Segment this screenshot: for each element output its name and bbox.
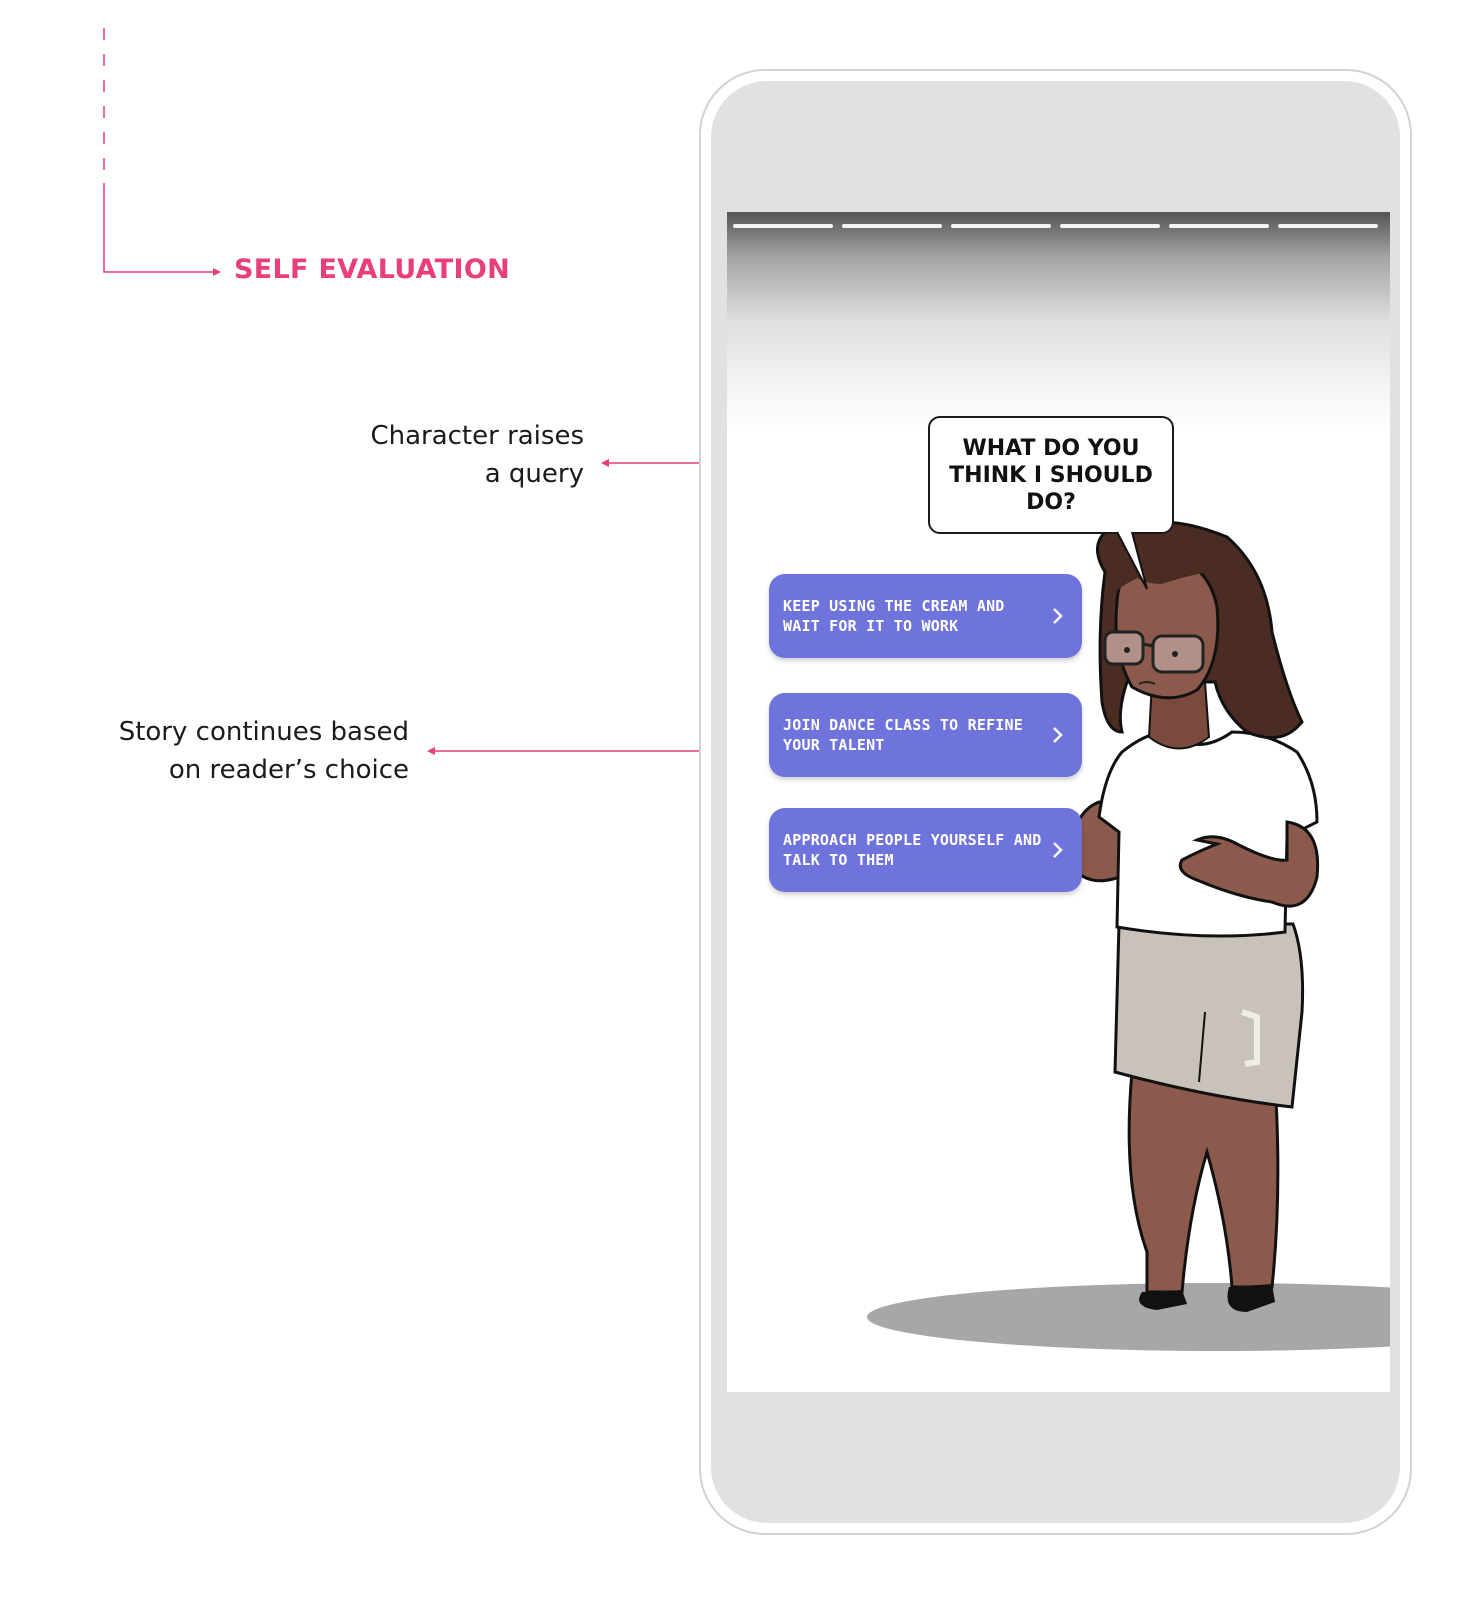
annotation-choice: Story continues based on reader’s choice [119, 713, 409, 789]
choice-button-3[interactable]: APPROACH PEOPLE YOURSELF AND TALK TO THE… [769, 808, 1082, 892]
annotation-choice-line-2: on reader’s choice [168, 755, 409, 785]
choice-button-1[interactable]: KEEP USING THE CREAM AND WAIT FOR IT TO … [769, 574, 1082, 658]
choice-label: APPROACH PEOPLE YOURSELF AND TALK TO THE… [783, 831, 1042, 869]
chevron-right-icon [1053, 842, 1063, 858]
choice-label: KEEP USING THE CREAM AND WAIT FOR IT TO … [783, 597, 1005, 635]
annotation-choice-line-1: Story continues based [118, 717, 409, 747]
choice-button-2[interactable]: JOIN DANCE CLASS TO REFINE YOUR TALENT [769, 693, 1082, 777]
choice-label: JOIN DANCE CLASS TO REFINE YOUR TALENT [783, 716, 1023, 754]
chevron-right-icon [1053, 608, 1063, 624]
story-screen[interactable]: WHAT DO YOU THINK I SHOULD DO? KEEP USIN… [727, 212, 1390, 1392]
chevron-right-icon [1053, 727, 1063, 743]
annotation-query-line-2: a query [484, 459, 584, 489]
speech-bubble-tail [1116, 531, 1148, 590]
annotation-query: Character raises a query [370, 417, 584, 493]
annotation-query-line-1: Character raises [370, 421, 584, 451]
section-title: SELF EVALUATION [234, 254, 510, 285]
